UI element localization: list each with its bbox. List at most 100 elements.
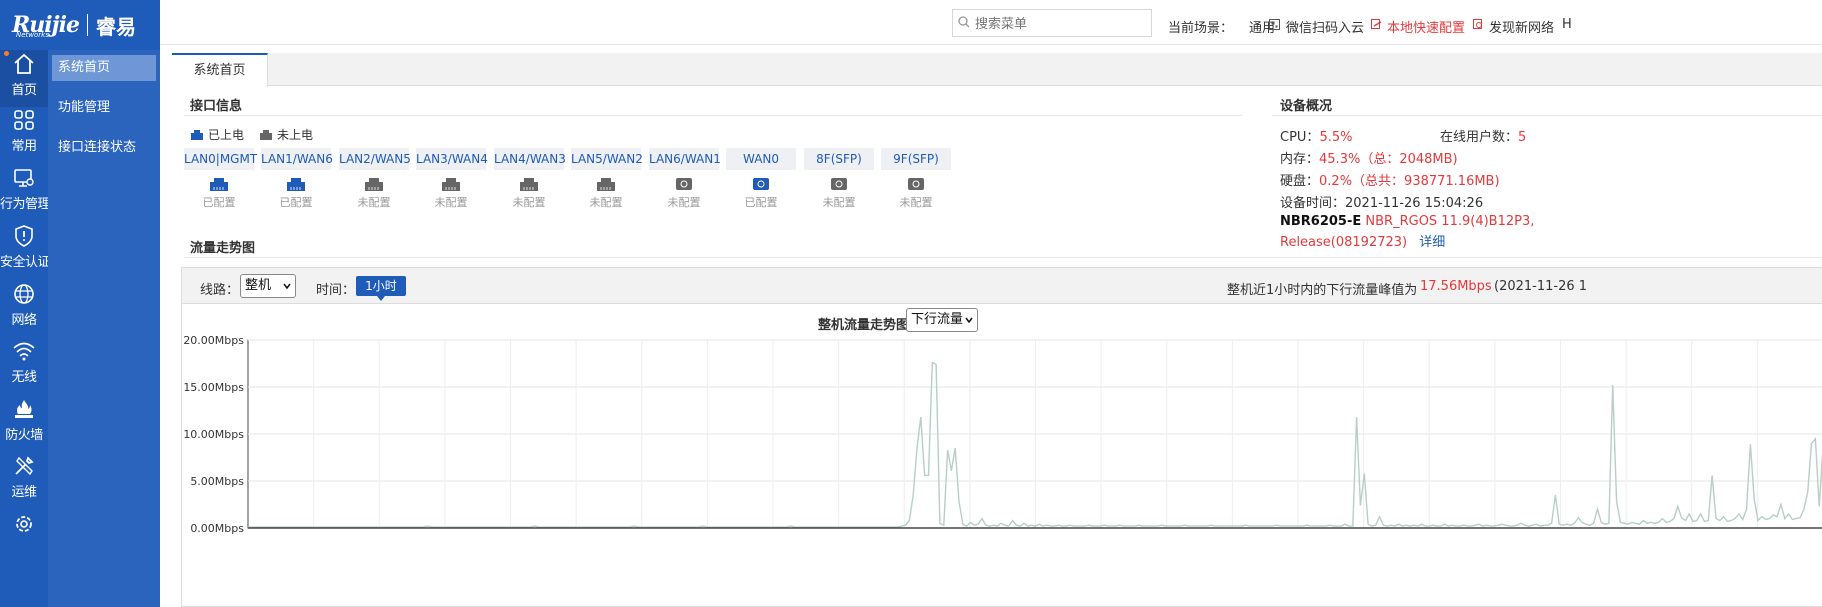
chevron-down-icon bbox=[283, 283, 291, 289]
chevron-down-icon bbox=[965, 317, 973, 323]
time-label: 时间： bbox=[316, 283, 356, 298]
device-model: NBR6205-E bbox=[1280, 214, 1362, 229]
quick-config-icon bbox=[1371, 19, 1382, 29]
grid-icon bbox=[14, 110, 34, 130]
firmware-release: Release(08192723) bbox=[1280, 235, 1408, 250]
rail-label: 安全认证 bbox=[0, 255, 51, 270]
shield-icon bbox=[15, 225, 33, 247]
device-time-label: 设备时间： bbox=[1280, 196, 1346, 211]
memory-value: 45.3%（总：2048MB) bbox=[1319, 152, 1458, 167]
notification-dot bbox=[4, 51, 9, 56]
rail-item-behavior[interactable]: 行为管理 bbox=[0, 159, 51, 221]
port-name: LAN2/WAN5 bbox=[339, 148, 411, 170]
port-status: 未配置 bbox=[822, 196, 856, 209]
discover-network-icon bbox=[1473, 19, 1482, 29]
port-unpowered-icon bbox=[831, 178, 847, 190]
traffic-chart: 20.00Mbps 15.00Mbps 10.00Mbps 5.00Mbps 0.00M… bbox=[183, 334, 1822, 535]
port-item[interactable]: LAN5/WAN2 未配置 bbox=[571, 148, 643, 210]
port-unpowered-icon bbox=[520, 178, 538, 191]
logo-cn-name: 睿易 bbox=[95, 14, 136, 39]
disk-label: 硬盘： bbox=[1280, 174, 1320, 189]
port-item[interactable]: LAN4/WAN3 未配置 bbox=[494, 148, 566, 210]
rail-item-wireless[interactable]: 无线 bbox=[0, 332, 48, 394]
globe-icon bbox=[14, 284, 34, 304]
port-item[interactable]: LAN0|MGMT 已配置 bbox=[184, 148, 257, 210]
search-input[interactable] bbox=[952, 9, 1152, 37]
discover-network-link[interactable]: 发现新网络 bbox=[1489, 17, 1554, 36]
rail-item-common[interactable]: 常用 bbox=[0, 101, 48, 163]
port-status: 已配置 bbox=[744, 196, 778, 209]
port-name: 9F(SFP) bbox=[881, 148, 951, 170]
port-unpowered-icon bbox=[676, 178, 692, 190]
brand-logo: Ruijie 睿易 Networks bbox=[0, 0, 160, 50]
rail-item-ops[interactable]: 运维 bbox=[0, 447, 48, 509]
legend-label: 已上电 bbox=[208, 128, 245, 142]
port-unpowered-icon bbox=[908, 178, 924, 190]
rail-item-security[interactable]: 安全认证 bbox=[0, 217, 51, 279]
port-name: LAN0|MGMT bbox=[184, 148, 257, 170]
line-select[interactable]: 整机 bbox=[240, 274, 296, 298]
rail-item-firewall[interactable]: 防火墙 bbox=[0, 390, 48, 452]
rail-label: 常用 bbox=[11, 139, 37, 154]
divider bbox=[184, 115, 1242, 116]
rail-item-home[interactable]: 首页 bbox=[0, 45, 48, 107]
traffic-section-title: 流量走势图 bbox=[190, 241, 256, 256]
nav-rail: 首页 常用 行为管理 安全认证 网络 无线 防火墙 运维 bbox=[0, 0, 51, 607]
monitor-gear-icon bbox=[14, 169, 34, 187]
port-name: LAN6/WAN1 bbox=[649, 148, 721, 170]
submenu-item-feature-management[interactable]: 功能管理 bbox=[52, 95, 156, 121]
submenu-item-interface-status[interactable]: 接口连接状态 bbox=[52, 135, 156, 161]
rail-item-more[interactable] bbox=[0, 505, 48, 567]
port-item[interactable]: 8F(SFP) 未配置 bbox=[804, 148, 874, 210]
quick-config-link[interactable]: 本地快速配置 bbox=[1387, 17, 1465, 36]
port-item[interactable]: LAN3/WAN4 未配置 bbox=[416, 148, 488, 210]
disk-value: 0.2%（总共：938771.16MB) bbox=[1319, 174, 1500, 189]
port-name: LAN5/WAN2 bbox=[571, 148, 643, 170]
port-item[interactable]: 9F(SFP) 未配置 bbox=[881, 148, 951, 210]
legend-powered: 已上电 bbox=[190, 126, 244, 143]
rail-label: 首页 bbox=[11, 83, 37, 98]
port-item[interactable]: LAN6/WAN1 未配置 bbox=[649, 148, 721, 210]
port-item[interactable]: LAN1/WAN6 已配置 bbox=[261, 148, 333, 210]
y-tick-label: 15.00Mbps bbox=[183, 381, 244, 394]
port-status: 未配置 bbox=[434, 196, 468, 209]
disk-row: 硬盘：0.2%（总共：938771.16MB) bbox=[1280, 170, 1500, 189]
tools-icon bbox=[15, 456, 34, 476]
port-powered-icon bbox=[210, 178, 228, 191]
time-range-1h-button[interactable]: 1小时 bbox=[356, 276, 406, 301]
port-status: 已配置 bbox=[202, 196, 236, 209]
port-powered-icon bbox=[753, 178, 769, 190]
wifi-icon bbox=[13, 342, 35, 361]
rail-label: 无线 bbox=[11, 370, 37, 385]
submenu-item-system-home[interactable]: 系统首页 bbox=[52, 55, 156, 81]
port-status: 未配置 bbox=[512, 196, 546, 209]
peak-time: (2021-11-26 1 bbox=[1494, 279, 1588, 294]
ports-section-title: 接口信息 bbox=[190, 99, 243, 114]
home-icon bbox=[14, 53, 34, 74]
traffic-direction-value: 下行流量 bbox=[911, 312, 964, 327]
online-users-row: 在线用户数：5 bbox=[1440, 126, 1526, 145]
port-powered-icon bbox=[191, 129, 203, 140]
logo-subtext: Networks bbox=[16, 31, 49, 39]
tab-system-home[interactable]: 系统首页 bbox=[172, 53, 268, 87]
peak-value: 17.56Mbps bbox=[1420, 279, 1492, 294]
cpu-value: 5.5% bbox=[1319, 130, 1353, 145]
wechat-cloud-link[interactable]: 微信扫码入云 bbox=[1286, 17, 1364, 36]
memory-label: 内存： bbox=[1280, 152, 1320, 167]
port-name: LAN3/WAN4 bbox=[416, 148, 488, 170]
release-row: Release(08192723) 详细 bbox=[1280, 231, 1445, 250]
port-item[interactable]: LAN2/WAN5 未配置 bbox=[339, 148, 411, 210]
line-label: 线路： bbox=[200, 283, 240, 298]
port-unpowered-icon bbox=[365, 178, 383, 191]
line-select-value: 整机 bbox=[245, 278, 272, 293]
header-trailing[interactable]: H bbox=[1562, 17, 1572, 32]
rail-item-network[interactable]: 网络 bbox=[0, 275, 48, 337]
port-status: 未配置 bbox=[589, 196, 623, 209]
port-item[interactable]: WAN0 已配置 bbox=[726, 148, 796, 210]
firmware-version: NBR_RGOS 11.9(4)B12P3, bbox=[1365, 214, 1535, 229]
port-name: WAN0 bbox=[726, 148, 796, 170]
y-tick-label: 0.00Mbps bbox=[190, 522, 244, 535]
port-unpowered-icon bbox=[260, 129, 272, 140]
detail-link[interactable]: 详细 bbox=[1419, 235, 1445, 250]
device-time-value: 2021-11-26 15:04:26 bbox=[1345, 196, 1484, 211]
